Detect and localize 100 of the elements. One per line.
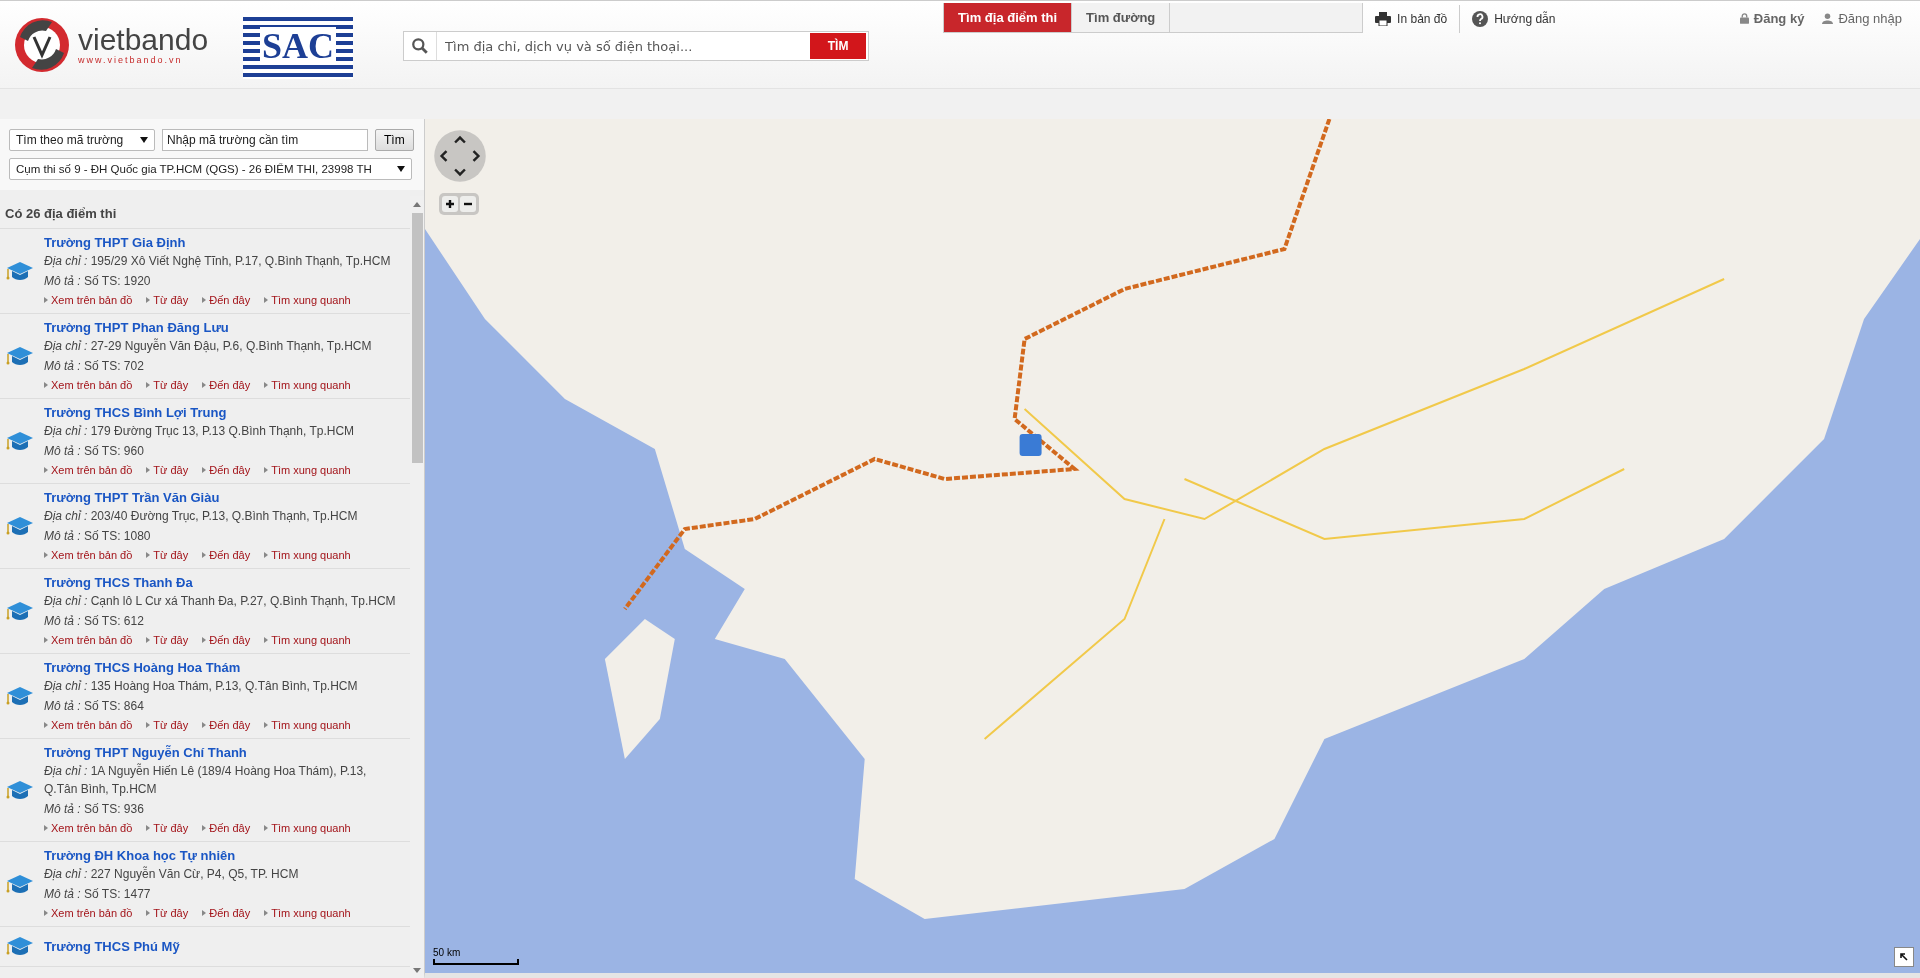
school-address: Địa chỉ : 1A Nguyễn Hiến Lê (189/4 Hoàng Hoa Thám), P.13, Q.Tân Bình, Tp.HCM <box>44 762 368 798</box>
action-link[interactable]: Xem trên bản đồ <box>44 907 133 919</box>
zoom-out-button[interactable] <box>460 196 476 212</box>
action-link[interactable]: Đến đây <box>202 634 251 646</box>
results-heading: Có 26 địa điểm thi <box>0 196 410 229</box>
vietbando-logo[interactable]: vietbando www.vietbando.vn <box>12 15 209 75</box>
action-link[interactable]: Tìm xung quanh <box>264 549 351 561</box>
triangle-icon <box>44 825 48 831</box>
user-icon <box>1822 13 1834 24</box>
school-name-link[interactable]: Trường THCS Hoàng Hoa Thám <box>44 660 366 675</box>
exam-cluster-dropdown[interactable]: Cụm thi số 9 - ĐH Quốc gia TP.HCM (QGS) - 26 ĐIỂM THI, 23998 TH <box>9 158 412 180</box>
triangle-icon <box>202 910 207 916</box>
action-link[interactable]: Đến đây <box>202 907 251 919</box>
logo-url: www.vietbando.vn <box>78 55 184 65</box>
action-link[interactable]: Xem trên bản đồ <box>44 822 133 834</box>
school-name-link[interactable]: Trường THPT Nguyễn Chí Thanh <box>44 745 410 760</box>
action-link[interactable]: Từ đây <box>146 379 189 391</box>
school-description: Mô tả : Số TS: 864 <box>44 698 145 715</box>
print-map-link[interactable]: In bản đồ <box>1363 5 1461 33</box>
school-name-link[interactable]: Trường THCS Thanh Đa <box>44 575 404 590</box>
action-link[interactable]: Tìm xung quanh <box>264 294 351 306</box>
scroll-up-icon[interactable] <box>413 202 421 207</box>
action-link[interactable]: Đến đây <box>202 549 251 561</box>
scroll-down-icon[interactable] <box>413 968 421 973</box>
school-address: Địa chỉ : 179 Đường Trục 13, P.13 Q.Bình Thạnh, Tp.HCM <box>44 423 356 440</box>
triangle-icon <box>202 637 207 643</box>
triangle-icon <box>44 552 48 558</box>
lock-icon <box>1739 13 1749 24</box>
register-link[interactable]: Đăng ký <box>1739 11 1805 26</box>
action-link[interactable]: Đến đây <box>202 719 251 731</box>
action-link[interactable]: Tìm xung quanh <box>264 379 351 391</box>
zoom-in-button[interactable] <box>442 196 458 212</box>
school-name-link[interactable]: Trường THPT Trần Văn Giàu <box>44 490 366 505</box>
action-link[interactable]: Tìm xung quanh <box>264 907 351 919</box>
expand-button[interactable] <box>1894 947 1914 967</box>
triangle-icon <box>264 467 269 473</box>
triangle-icon <box>44 467 48 473</box>
action-link[interactable]: Xem trên bản đồ <box>44 634 133 646</box>
triangle-icon <box>146 467 151 473</box>
scale-label: 50 km <box>433 947 461 959</box>
triangle-icon <box>264 297 269 303</box>
pan-arrows-icon[interactable] <box>433 129 487 183</box>
action-link[interactable]: Từ đây <box>146 294 189 306</box>
school-name-link[interactable]: Trường ĐH Khoa học Tự nhiên <box>44 848 351 863</box>
triangle-icon <box>146 552 151 558</box>
action-link[interactable]: Xem trên bản đồ <box>44 719 133 731</box>
school-name-link[interactable]: Trường THCS Bình Lợi Trung <box>44 405 363 420</box>
action-link[interactable]: Xem trên bản đồ <box>44 294 133 306</box>
school-name-link[interactable]: Trường THCS Phú Mỹ <box>44 938 180 954</box>
action-link[interactable]: Đến đây <box>202 822 251 834</box>
action-link[interactable]: Tìm xung quanh <box>264 634 351 646</box>
school-address: Địa chỉ : 203/40 Đường Trục, P.13, Q.Bình Thạnh, Tp.HCM <box>44 508 359 525</box>
triangle-icon <box>146 297 151 303</box>
triangle-icon <box>264 552 269 558</box>
plus-icon <box>445 199 455 209</box>
school-description: Mô tả : Số TS: 612 <box>44 613 145 630</box>
action-link[interactable]: Tìm xung quanh <box>264 822 351 834</box>
help-link[interactable]: Hướng dẫn <box>1460 5 1568 33</box>
action-link[interactable]: Xem trên bản đồ <box>44 549 133 561</box>
action-link[interactable]: Từ đây <box>146 822 189 834</box>
action-link[interactable]: Từ đây <box>146 634 189 646</box>
action-link[interactable]: Từ đây <box>146 549 189 561</box>
triangle-icon <box>202 825 207 831</box>
triangle-icon <box>264 722 269 728</box>
caret-icon <box>140 137 148 143</box>
triangle-icon <box>264 825 269 831</box>
action-link[interactable]: Tìm xung quanh <box>264 719 351 731</box>
find-button[interactable]: Tìm <box>375 129 414 151</box>
search-mode-dropdown[interactable]: Tìm theo mã trường <box>9 129 155 151</box>
school-address: Địa chỉ : 135 Hoàng Hoa Thám, P.13, Q.Tân Bình, Tp.HCM <box>44 678 359 695</box>
triangle-icon <box>146 825 151 831</box>
login-link[interactable]: Đăng nhập <box>1822 11 1902 26</box>
school-code-field[interactable]: Nhập mã trường cần tìm <box>162 129 368 151</box>
school-description: Mô tả : Số TS: 1477 <box>44 886 152 903</box>
search-field[interactable]: Tìm địa chỉ, dịch vụ và số điện thoại... TÌM <box>403 31 870 61</box>
tab[interactable]: Tìm địa điểm thi <box>944 3 1073 32</box>
action-link[interactable]: Đến đây <box>202 464 251 476</box>
action-link[interactable]: Đến đây <box>202 379 251 391</box>
action-link[interactable]: Tìm xung quanh <box>264 464 351 476</box>
triangle-icon <box>202 552 207 558</box>
school-description: Mô tả : Số TS: 1080 <box>44 528 152 545</box>
triangle-icon <box>264 382 269 388</box>
action-link[interactable]: Từ đây <box>146 464 189 476</box>
action-link[interactable]: Xem trên bản đồ <box>44 464 133 476</box>
triangle-icon <box>264 637 269 643</box>
triangle-icon <box>264 910 269 916</box>
action-link[interactable]: Từ đây <box>146 719 189 731</box>
scrollbar-thumb[interactable] <box>411 213 423 463</box>
action-link[interactable]: Đến đây <box>202 294 251 306</box>
action-link[interactable]: Xem trên bản đồ <box>44 379 133 391</box>
triangle-icon <box>202 722 207 728</box>
help-icon <box>1472 11 1489 27</box>
school-name-link[interactable]: Trường THPT Gia Định <box>44 235 399 250</box>
action-link[interactable]: Từ đây <box>146 907 189 919</box>
caret-icon <box>397 166 405 172</box>
triangle-icon <box>146 722 151 728</box>
triangle-icon <box>202 297 207 303</box>
school-description: Mô tả : Số TS: 960 <box>44 443 145 460</box>
search-button[interactable]: TÌM <box>810 33 867 59</box>
school-name-link[interactable]: Trường THPT Phan Đăng Lưu <box>44 320 380 335</box>
